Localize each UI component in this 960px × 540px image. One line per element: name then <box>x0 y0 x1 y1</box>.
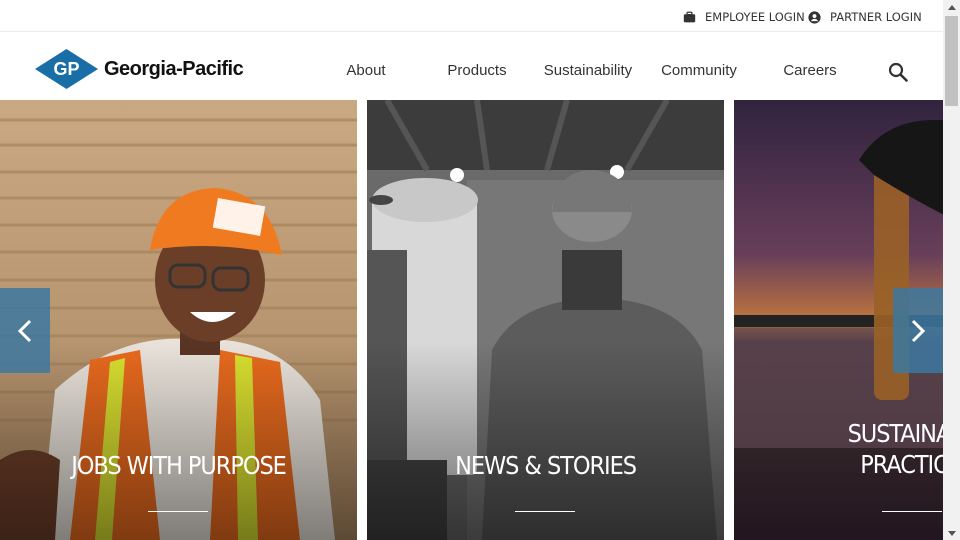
partner-login-label: PARTNER LOGIN <box>830 10 922 24</box>
utility-bar: EMPLOYEE LOGIN PARTNER LOGIN <box>0 0 943 32</box>
scroll-down-button[interactable] <box>943 526 960 540</box>
employee-login-label: EMPLOYEE LOGIN <box>705 10 805 24</box>
card-underline <box>882 511 942 512</box>
card-title-line-2: PRACTIC <box>860 450 943 479</box>
card-title-line-1: SUSTAINA <box>847 419 943 448</box>
nav-item-careers[interactable]: Careers <box>755 62 865 79</box>
carousel-card-news[interactable]: NEWS & STORIES <box>367 100 724 540</box>
main-nav: About Products Sustainability Community … <box>0 32 943 100</box>
feature-carousel: JOBS WITH PURPOSE NEWS & STORIES SUSTAIN… <box>0 100 943 540</box>
employee-login-link[interactable]: EMPLOYEE LOGIN <box>683 9 805 25</box>
main-header: GP Georgia-Pacific About Products Sustai… <box>0 32 943 100</box>
chevron-left-icon <box>17 319 32 342</box>
card-underline <box>515 511 575 512</box>
card-title-jobs: JOBS WITH PURPOSE <box>71 451 287 480</box>
scroll-down-icon <box>947 530 956 536</box>
carousel-next-button[interactable] <box>893 288 943 373</box>
page-scrollbar[interactable] <box>943 0 960 540</box>
nav-item-products[interactable]: Products <box>422 62 532 79</box>
briefcase-icon <box>683 11 696 22</box>
chevron-right-icon <box>911 319 926 342</box>
nav-item-community[interactable]: Community <box>644 62 754 79</box>
carousel-prev-button[interactable] <box>0 288 50 373</box>
partner-login-link[interactable]: PARTNER LOGIN <box>808 9 922 25</box>
nav-item-sustainability[interactable]: Sustainability <box>533 62 643 79</box>
scroll-thumb[interactable] <box>945 16 958 106</box>
search-button[interactable] <box>888 62 908 82</box>
scroll-up-button[interactable] <box>943 0 960 14</box>
user-circle-icon <box>808 10 821 24</box>
scroll-up-icon <box>947 4 956 10</box>
card-title-news: NEWS & STORIES <box>455 451 637 480</box>
card-underline <box>148 511 208 512</box>
search-icon <box>888 62 908 82</box>
carousel-card-jobs[interactable]: JOBS WITH PURPOSE <box>0 100 357 540</box>
nav-item-about[interactable]: About <box>311 62 421 79</box>
card-title-sustainability: SUSTAINA PRACTIC <box>799 418 943 480</box>
